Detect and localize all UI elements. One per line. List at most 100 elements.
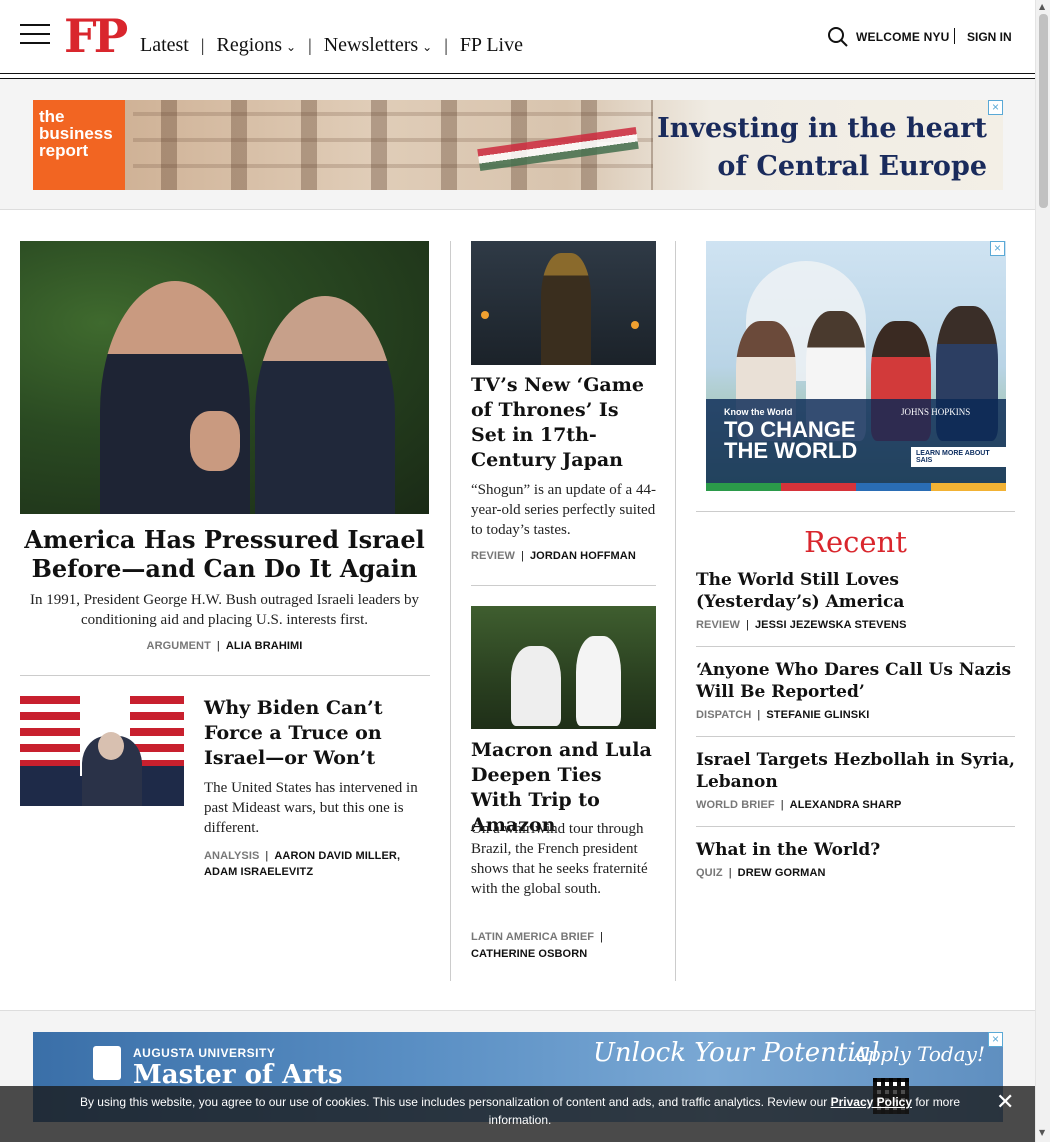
- scroll-down-icon[interactable]: ▼: [1039, 1128, 1045, 1137]
- top-banner-ad[interactable]: the business report Investing in the hea…: [33, 100, 1003, 190]
- nav-fp-live-label: FP Live: [459, 34, 523, 56]
- ad-cta[interactable]: LEARN MORE ABOUT SAIS: [911, 447, 1006, 467]
- ad-headline-line1: Investing in the heart: [657, 113, 987, 144]
- divider: [696, 736, 1015, 737]
- ad-small-copy: Know the World: [724, 407, 793, 417]
- ad-ribbon: [706, 483, 1006, 491]
- chevron-down-icon: ⌄: [286, 40, 297, 54]
- nav-newsletters-label: Newsletters: [323, 34, 419, 56]
- recent-item-meta: QUIZ | DREW GORMAN: [696, 867, 1015, 879]
- samurai-figure: [541, 253, 591, 365]
- chevron-down-icon: ⌄: [422, 40, 433, 54]
- story2-meta: ANALYSIS | AARON DAVID MILLER, ADAM ISRAEL…: [204, 848, 430, 880]
- mid2-image[interactable]: [471, 606, 656, 729]
- ad-org: AUGUSTA UNIVERSITY: [133, 1046, 276, 1060]
- recent-kicker[interactable]: QUIZ: [696, 867, 723, 879]
- column-divider: [450, 241, 451, 981]
- recent-kicker[interactable]: WORLD BRIEF: [696, 799, 775, 811]
- close-icon[interactable]: ✕: [996, 1090, 1014, 1115]
- meta-divider: |: [265, 850, 269, 862]
- recent-author[interactable]: JESSI JEZEWSKA STEVENS: [755, 619, 907, 631]
- ad-big-line1: TO CHANGE: [724, 417, 856, 442]
- nav-separator: |: [200, 35, 205, 55]
- nav-latest[interactable]: Latest: [140, 34, 189, 57]
- cookie-banner: By using this website, you agree to our …: [0, 1086, 1035, 1142]
- nav-separator: |: [308, 35, 312, 55]
- header-divider: [954, 28, 955, 44]
- search-icon[interactable]: [827, 26, 849, 48]
- privacy-policy-link[interactable]: Privacy Policy: [831, 1095, 912, 1109]
- column-divider: [675, 241, 676, 981]
- story2-title[interactable]: Why Biden Can’t Force a Truce on Israel—…: [204, 696, 430, 771]
- story2-dek: The United States has intervened in past…: [204, 780, 418, 836]
- ad-close-icon[interactable]: ×: [990, 241, 1005, 256]
- recent-item-title[interactable]: The World Still Loves (Yesterday’s) Amer…: [696, 569, 1015, 613]
- recent-item-title[interactable]: What in the World?: [696, 839, 1015, 861]
- page-scrollbar[interactable]: ▲ ▼: [1035, 0, 1050, 1142]
- menu-icon[interactable]: [20, 24, 50, 48]
- nav-newsletters[interactable]: Newsletters ⌄: [324, 34, 432, 57]
- cookie-text-before: By using this website, you agree to our …: [79, 1095, 831, 1109]
- mid1-title[interactable]: TV’s New ‘Game of Thrones’ Is Set in 17t…: [471, 373, 656, 473]
- recent-author[interactable]: ALEXANDRA SHARP: [790, 799, 902, 811]
- meta-divider: |: [780, 799, 784, 811]
- scrollbar-thumb[interactable]: [1039, 14, 1048, 208]
- recent-item-meta: REVIEW | JESSI JEZEWSKA STEVENS: [696, 619, 1015, 631]
- figure-shape: [576, 636, 621, 726]
- recent-item[interactable]: ‘Anyone Who Dares Call Us Nazis Will Be …: [696, 659, 1015, 721]
- sign-in-link[interactable]: SIGN IN: [967, 30, 1012, 44]
- meta-divider: |: [757, 709, 761, 721]
- figure-shape: [511, 646, 561, 726]
- recent-item-title[interactable]: Israel Targets Hezbollah in Syria, Leban…: [696, 749, 1015, 793]
- side-ad[interactable]: Know the World TO CHANGE THE WORLD JOHNS…: [706, 241, 1006, 491]
- ad-headline: Investing in the heart of Central Europe: [657, 110, 987, 186]
- fp-logo[interactable]: FP: [64, 10, 128, 62]
- lead-story-dek: In 1991, President George H.W. Bush outr…: [29, 592, 420, 628]
- recent-item[interactable]: The World Still Loves (Yesterday’s) Amer…: [696, 569, 1015, 631]
- ad-big-copy: TO CHANGE THE WORLD: [724, 417, 857, 462]
- mid1-kicker[interactable]: REVIEW: [471, 550, 515, 562]
- welcome-link[interactable]: WELCOME NYU: [856, 30, 950, 44]
- mid1-author[interactable]: JORDAN HOFFMAN: [530, 550, 636, 562]
- cookie-text: By using this website, you agree to our …: [60, 1093, 980, 1129]
- recent-kicker[interactable]: REVIEW: [696, 619, 740, 631]
- recent-author[interactable]: STEFANIE GLINSKI: [766, 709, 869, 721]
- lead-story-image[interactable]: [20, 241, 429, 514]
- recent-kicker[interactable]: DISPATCH: [696, 709, 751, 721]
- recent-item[interactable]: Israel Targets Hezbollah in Syria, Leban…: [696, 749, 1015, 811]
- mid1-image[interactable]: [471, 241, 656, 365]
- lead-kicker[interactable]: ARGUMENT: [147, 640, 211, 652]
- recent-item-meta: DISPATCH | STEFANIE GLINSKI: [696, 709, 1015, 721]
- lead-story-title[interactable]: America Has Pressured Israel Before—and …: [20, 525, 429, 583]
- mid2-dek: On a whirlwind tour through Brazil, the …: [471, 821, 648, 897]
- divider: [696, 646, 1015, 647]
- university-logo-icon: [93, 1046, 121, 1080]
- nav-regions[interactable]: Regions ⌄: [216, 34, 296, 57]
- ad-headline-line2: of Central Europe: [717, 151, 987, 182]
- story2-image[interactable]: [20, 696, 184, 806]
- recent-item[interactable]: What in the World? QUIZ | DREW GORMAN: [696, 839, 1015, 879]
- meta-divider: |: [521, 550, 524, 562]
- story2-kicker[interactable]: ANALYSIS: [204, 850, 259, 862]
- nav-separator: |: [444, 35, 448, 55]
- ad-badge: the business report: [33, 100, 125, 190]
- recent-item-title[interactable]: ‘Anyone Who Dares Call Us Nazis Will Be …: [696, 659, 1015, 703]
- scroll-up-icon[interactable]: ▲: [1039, 2, 1045, 11]
- ad-close-icon[interactable]: ×: [988, 100, 1003, 115]
- mid1-meta: REVIEW | JORDAN HOFFMAN: [471, 550, 656, 562]
- main-nav: Latest | Regions ⌄ | Newsletters ⌄ | FP Li…: [140, 34, 523, 57]
- meta-divider: |: [746, 619, 749, 631]
- mid2-kicker[interactable]: LATIN AMERICA BRIEF: [471, 931, 594, 943]
- meta-divider: |: [600, 931, 604, 943]
- mid2-author[interactable]: CATHERINE OSBORN: [471, 948, 587, 960]
- nav-fp-live[interactable]: FP Live: [460, 34, 523, 57]
- ad-org: JOHNS HOPKINS: [901, 407, 971, 417]
- ad-close-icon[interactable]: ×: [988, 1032, 1003, 1047]
- ad-cta[interactable]: Apply Today!: [853, 1042, 985, 1066]
- ad-tagline: Unlock Your Potential: [593, 1038, 880, 1068]
- recent-author[interactable]: DREW GORMAN: [738, 867, 826, 879]
- site-header: FP Latest | Regions ⌄ | Newsletters ⌄ | FP…: [0, 0, 1035, 74]
- recent-item-meta: WORLD BRIEF | ALEXANDRA SHARP: [696, 799, 1015, 811]
- lead-image-person-right: [255, 296, 395, 514]
- lead-author[interactable]: ALIA BRAHIMI: [226, 640, 303, 652]
